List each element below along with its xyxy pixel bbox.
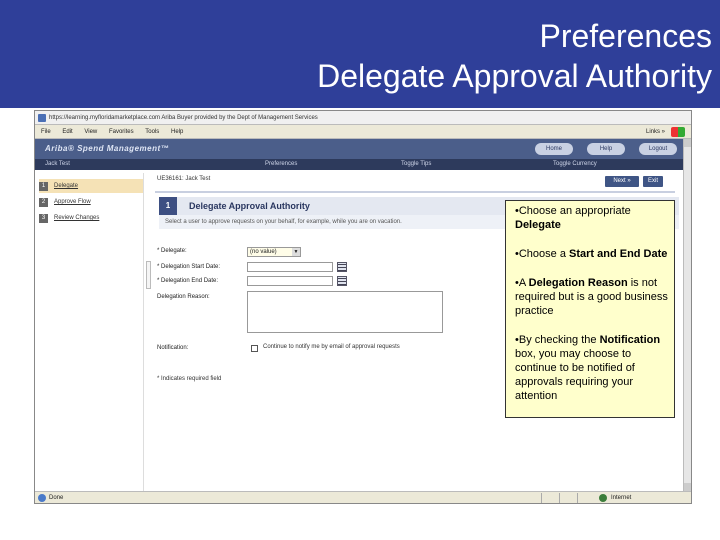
calendar-icon[interactable]	[337, 276, 347, 286]
sidebar-step-delegate[interactable]: 1 Delegate	[39, 179, 143, 193]
status-divider	[541, 493, 542, 503]
callout-delegate: •Choose an appropriate Delegate	[515, 205, 631, 231]
notification-checkbox[interactable]	[251, 345, 258, 352]
vertical-scrollbar[interactable]	[683, 139, 691, 491]
step-number: 3	[39, 213, 48, 223]
menu-view[interactable]: View	[84, 125, 97, 139]
section-number: 1	[159, 197, 177, 215]
exit-button[interactable]: Exit	[643, 176, 663, 187]
app-brand: Ariba® Spend Management™	[45, 144, 170, 153]
status-divider	[577, 493, 578, 503]
links-button[interactable]: Links »	[646, 125, 665, 139]
zone-text: Internet	[611, 495, 632, 501]
nav-preferences[interactable]: Preferences	[265, 159, 297, 170]
slide: Preferences Delegate Approval Authority …	[0, 0, 720, 540]
end-date-input[interactable]	[247, 276, 333, 286]
callout-reason: •A Delegation Reason is not required but…	[515, 277, 668, 317]
slide-title-line2: Delegate Approval Authority	[317, 58, 712, 94]
status-bar: Done Internet	[35, 491, 691, 503]
section-title: Delegate Approval Authority	[189, 201, 310, 211]
step-number: 2	[39, 197, 48, 207]
nav-strip: Jack Test Preferences Toggle Tips Toggle…	[35, 159, 685, 170]
delegate-label: * Delegate:	[157, 248, 187, 254]
browser-icon	[38, 114, 46, 122]
status-divider	[559, 493, 560, 503]
record-label: UE36161: Jack Test	[157, 176, 211, 182]
delegate-select[interactable]: (no value) ▼	[247, 247, 301, 257]
menu-edit[interactable]: Edit	[62, 125, 72, 139]
slide-title-line1: Preferences	[539, 18, 712, 54]
start-date-label: * Delegation Start Date:	[157, 264, 221, 270]
title-bar: https://learning.myfloridamarketplace.co…	[35, 111, 691, 125]
app-header: Ariba® Spend Management™ Home Help Logou…	[35, 139, 685, 159]
step-label: Review Changes	[54, 215, 100, 221]
panel-splitter[interactable]	[143, 173, 153, 491]
calendar-icon[interactable]	[337, 262, 347, 272]
nav-toggle-tips[interactable]: Toggle Tips	[401, 159, 431, 170]
menu-help[interactable]: Help	[171, 125, 183, 139]
logout-button[interactable]: Logout	[639, 143, 677, 155]
user-name: Jack Test	[45, 161, 70, 167]
step-label: Approve Flow	[54, 199, 91, 205]
title-band: Preferences Delegate Approval Authority	[0, 0, 720, 108]
menu-bar: File Edit View Favorites Tools Help Link…	[35, 125, 691, 139]
help-button[interactable]: Help	[587, 143, 625, 155]
menu-favorites[interactable]: Favorites	[109, 125, 134, 139]
step-sidebar: 1 Delegate 2 Approve Flow 3 Review Changes	[35, 173, 143, 491]
delegate-value: (no value)	[250, 249, 277, 255]
step-number: 1	[39, 181, 48, 191]
globe-icon	[599, 494, 607, 502]
menu-file[interactable]: File	[41, 125, 51, 139]
scroll-down-icon[interactable]	[684, 483, 691, 491]
callout-box: •Choose an appropriate Delegate •Choose …	[505, 200, 675, 418]
nav-toggle-currency[interactable]: Toggle Currency	[553, 159, 597, 170]
required-note: * Indicates required field	[157, 376, 222, 382]
start-date-input[interactable]	[247, 262, 333, 272]
menu-tools[interactable]: Tools	[145, 125, 159, 139]
notification-text: Continue to notify me by email of approv…	[263, 344, 400, 350]
status-text: Done	[49, 495, 64, 501]
scroll-up-icon[interactable]	[684, 139, 691, 147]
end-date-label: * Delegation End Date:	[157, 278, 219, 284]
sidebar-step-review-changes[interactable]: 3 Review Changes	[39, 211, 143, 225]
windows-logo-icon	[671, 127, 685, 137]
reason-label: Delegation Reason:	[157, 294, 210, 300]
page-icon	[38, 494, 46, 502]
next-button[interactable]: Next »	[605, 176, 639, 187]
notification-label: Notification:	[157, 345, 189, 351]
callout-dates: •Choose a Start and End Date	[515, 248, 668, 260]
sidebar-step-approve-flow[interactable]: 2 Approve Flow	[39, 195, 143, 209]
step-label: Delegate	[54, 183, 79, 189]
home-button[interactable]: Home	[535, 143, 573, 155]
chevron-down-icon[interactable]: ▼	[292, 248, 300, 256]
address-text: https://learning.myfloridamarketplace.co…	[49, 115, 318, 121]
callout-notification: •By checking the Notification box, you m…	[515, 334, 661, 402]
tab-underline	[155, 191, 675, 193]
reason-textarea[interactable]	[247, 291, 443, 333]
collapse-handle-icon[interactable]	[146, 261, 151, 289]
